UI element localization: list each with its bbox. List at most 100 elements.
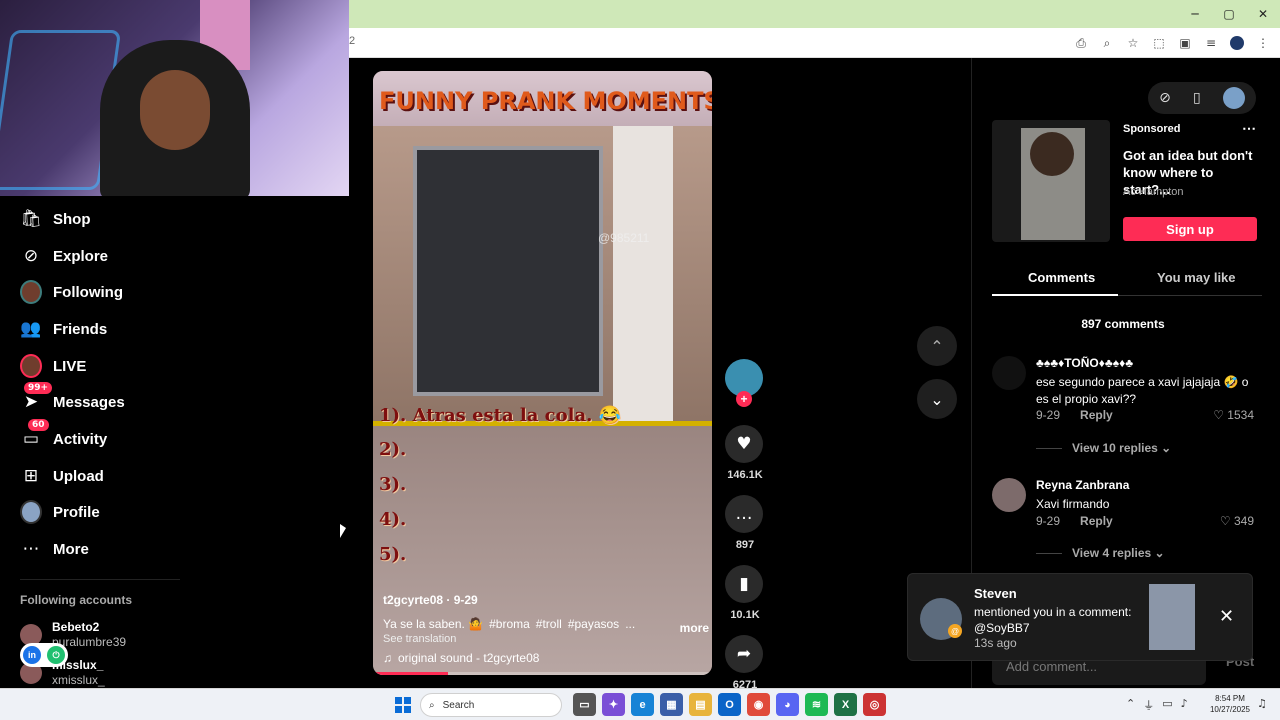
- edge-icon[interactable]: e: [631, 693, 654, 716]
- microphone-icon[interactable]: ⏚: [1143, 697, 1154, 713]
- ad-options-icon[interactable]: ⋯: [1242, 120, 1256, 137]
- sidebar-item-messages[interactable]: ➤ 99+ Messages: [20, 382, 125, 417]
- sound-link[interactable]: ♫ original sound - t2gcyrte08: [383, 651, 703, 665]
- comment-username[interactable]: ♣♠♣♦TOÑO♦♣♠♦♣: [1036, 356, 1133, 370]
- comment-text: ese segundo parece a xavi jajajaja 🤣 o e…: [1036, 375, 1249, 406]
- divider: [20, 579, 180, 580]
- compass-icon[interactable]: ⊘: [1159, 90, 1171, 106]
- save-button[interactable]: ▮: [725, 565, 763, 603]
- sidebar-item-profile[interactable]: Profile: [20, 497, 100, 527]
- hashtag[interactable]: #broma: [489, 617, 530, 631]
- sidebar-item-more[interactable]: ⋯ More: [20, 534, 89, 564]
- sidebar-item-upload[interactable]: ⊞ Upload: [20, 461, 104, 491]
- volume-icon[interactable]: ♪: [1181, 697, 1188, 713]
- like-button[interactable]: ♥: [725, 425, 763, 463]
- view-replies-button[interactable]: View 4 replies ⌄: [1036, 546, 1165, 560]
- chevron-up-icon: ⌃: [930, 336, 944, 356]
- music-note-icon: ♫: [383, 651, 392, 665]
- avatar[interactable]: [992, 356, 1026, 390]
- taskbar-search[interactable]: ⌕ Search: [420, 693, 562, 717]
- comment-button[interactable]: …: [725, 495, 763, 533]
- share-button[interactable]: ➦: [725, 635, 763, 673]
- minimize-icon[interactable]: ─: [1178, 0, 1212, 28]
- hashtag[interactable]: #payasos: [568, 617, 619, 631]
- comment-like-button[interactable]: ♡ 1534: [1213, 408, 1254, 422]
- follow-plus-icon[interactable]: +: [736, 391, 752, 407]
- file-explorer-icon[interactable]: ▤: [689, 693, 712, 716]
- power-icon[interactable]: ⏻: [47, 646, 65, 664]
- video-list-item: 3).: [379, 474, 407, 495]
- floating-buttons[interactable]: in ⏻: [20, 643, 68, 667]
- following-accounts-title: Following accounts: [20, 593, 133, 607]
- hashtag[interactable]: #troll: [536, 617, 562, 631]
- see-translation-link[interactable]: See translation: [383, 633, 703, 645]
- address-bar[interactable]: 2 ⎙ ⌕ ☆ ⬚ ▣ ≡ ⋮: [349, 28, 1280, 58]
- video-player[interactable]: FUNNY PRANK MOMENTS @985211 1). Atras es…: [373, 71, 712, 675]
- comment-username[interactable]: Reyna Zanbrana: [1036, 478, 1129, 492]
- profile-avatar[interactable]: [1222, 87, 1245, 109]
- sidebar-item-activity[interactable]: ▭ 60 Activity: [20, 419, 107, 454]
- excel-icon[interactable]: X: [834, 693, 857, 716]
- sidebar-item-following[interactable]: Following: [20, 277, 123, 307]
- profile-icon[interactable]: [1226, 33, 1248, 53]
- ad-image[interactable]: [992, 120, 1110, 242]
- spotify-icon[interactable]: ≋: [805, 693, 828, 716]
- active-tab-indicator: [992, 294, 1118, 296]
- video-author[interactable]: t2gcyrte08 · 9-29: [383, 593, 703, 607]
- notification-toast[interactable]: @ Steven mentioned you in a comment: @So…: [907, 573, 1253, 661]
- reply-button[interactable]: Reply: [1080, 514, 1113, 528]
- chrome-icon[interactable]: ◉: [747, 693, 770, 716]
- url-text[interactable]: 2: [349, 35, 355, 47]
- extensions-icon[interactable]: ⬚: [1148, 33, 1170, 53]
- outlook-icon[interactable]: O: [718, 693, 741, 716]
- star-icon[interactable]: ☆: [1122, 33, 1144, 53]
- notification-message: mentioned you in a comment: @SoyBB7: [974, 605, 1132, 635]
- video-list-item: 2).: [379, 439, 407, 460]
- obs-icon[interactable]: ◎: [863, 693, 886, 716]
- zoom-icon[interactable]: ⌕: [1096, 33, 1118, 53]
- sidebar-item-live[interactable]: LIVE: [20, 351, 86, 381]
- chevron-down-icon: ⌄: [930, 389, 944, 409]
- sidepanel-icon[interactable]: ▣: [1174, 33, 1196, 53]
- store-icon[interactable]: ▦: [660, 693, 683, 716]
- upload-icon: ⊞: [23, 466, 39, 486]
- menu-icon[interactable]: ⋮: [1252, 33, 1274, 53]
- sidebar-item-shop[interactable]: 🛍 Shop: [20, 204, 90, 234]
- avatar[interactable]: [992, 478, 1026, 512]
- tab-you-may-like[interactable]: You may like: [1157, 270, 1236, 285]
- more-link[interactable]: more: [680, 621, 709, 635]
- copilot-icon[interactable]: ✦: [602, 693, 625, 716]
- previous-video-button[interactable]: ⌃: [917, 326, 957, 366]
- close-icon[interactable]: ✕: [1219, 606, 1234, 627]
- media-icon[interactable]: ≡: [1200, 33, 1222, 53]
- app-icon[interactable]: in: [23, 646, 41, 664]
- discord-icon[interactable]: ◕: [776, 693, 799, 716]
- webcam-overlay: [0, 0, 349, 196]
- notification-time: 13s ago: [974, 636, 1017, 650]
- save-count: 10.1K: [730, 609, 760, 621]
- creator-avatar[interactable]: +: [725, 359, 763, 407]
- taskbar-clock[interactable]: 8:54 PM 10/27/2025: [1206, 693, 1254, 715]
- sign-up-button[interactable]: Sign up: [1123, 217, 1257, 241]
- close-window-icon[interactable]: ✕: [1246, 0, 1280, 28]
- notification-bell-icon[interactable]: ♫: [1257, 697, 1267, 710]
- tab-comments[interactable]: Comments: [1028, 270, 1095, 285]
- task-view-icon[interactable]: ▭: [573, 693, 596, 716]
- next-video-button[interactable]: ⌄: [917, 379, 957, 419]
- mobile-icon[interactable]: ▯: [1193, 90, 1201, 106]
- sidebar-item-friends[interactable]: 👥 Friends: [20, 314, 107, 344]
- network-icon[interactable]: ▭: [1162, 697, 1172, 713]
- share-icon: ➦: [736, 644, 752, 664]
- comment-like-button[interactable]: ♡ 349: [1220, 514, 1254, 528]
- top-right-controls: ⊘ ▯: [1148, 82, 1256, 114]
- sidebar-item-explore[interactable]: ⊘ Explore: [20, 241, 108, 271]
- video-progress-bar[interactable]: [373, 672, 712, 675]
- maximize-icon[interactable]: ▢: [1212, 0, 1246, 28]
- reply-button[interactable]: Reply: [1080, 408, 1113, 422]
- install-icon[interactable]: ⎙: [1070, 33, 1092, 53]
- friends-icon: 👥: [20, 319, 42, 339]
- windows-start-icon[interactable]: [395, 697, 411, 713]
- view-replies-button[interactable]: View 10 replies ⌄: [1036, 441, 1171, 455]
- sidebar-item-label: LIVE: [53, 357, 87, 375]
- chevron-up-icon[interactable]: ⌃: [1126, 697, 1135, 713]
